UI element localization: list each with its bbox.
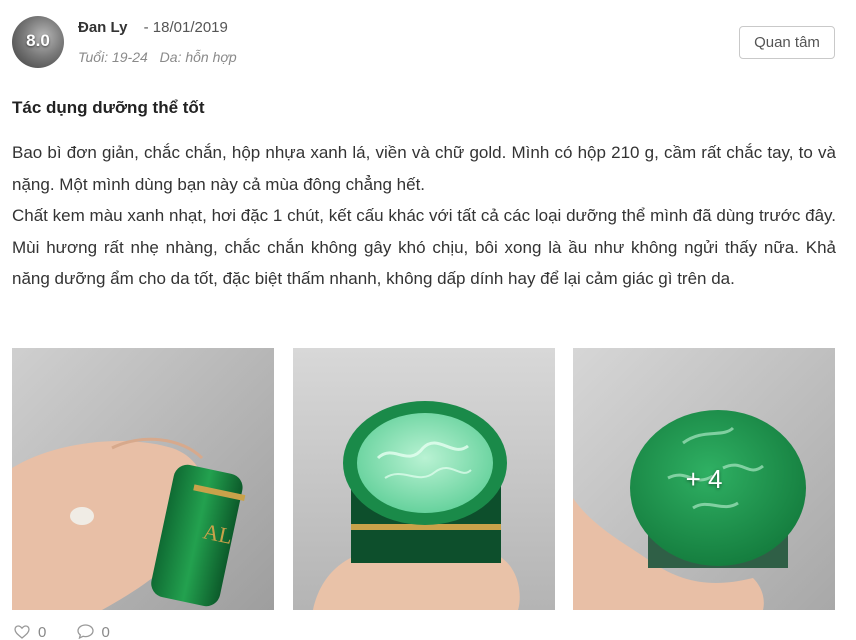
reviewer-age: Tuổi: 19-24 <box>78 49 148 65</box>
comment-count: 0 <box>101 624 110 640</box>
review-paragraph: Bao bì đơn giản, chắc chắn, hộp nhựa xan… <box>12 143 836 194</box>
reviewer-meta: Tuổi: 19-24 Da: hỗn hợp <box>78 49 237 65</box>
review-photo-hand-tube[interactable]: AL <box>12 348 274 610</box>
heart-icon <box>14 625 30 639</box>
review-body: Bao bì đơn giản, chắc chắn, hộp nhựa xan… <box>12 137 836 295</box>
reviewer-name[interactable]: Đan Ly <box>78 19 127 36</box>
comment-button[interactable]: 0 <box>76 624 110 640</box>
review-title: Tác dụng dưỡng thể tốt <box>12 98 205 117</box>
like-button[interactable]: 0 <box>14 624 46 640</box>
comment-icon <box>76 624 94 640</box>
reviewer-skin-type: Da: hỗn hợp <box>159 49 237 65</box>
like-count: 0 <box>38 624 47 640</box>
more-photos-count: + 4 <box>685 464 723 494</box>
author-line: Đan Ly - 18/01/2019 <box>78 19 228 36</box>
reviewer-avatar[interactable]: 8.0 <box>12 16 64 68</box>
review-photo-more[interactable]: + 4 <box>573 348 835 610</box>
reviewer-score: 8.0 <box>26 31 50 50</box>
review-actions: 0 0 <box>14 624 136 640</box>
review-date: - 18/01/2019 <box>143 19 228 36</box>
review-photo-open-jar[interactable] <box>293 348 555 610</box>
follow-button[interactable]: Quan tâm <box>739 26 835 59</box>
review-paragraph: Chất kem màu xanh nhạt, hơi đặc 1 chút, … <box>12 206 836 288</box>
